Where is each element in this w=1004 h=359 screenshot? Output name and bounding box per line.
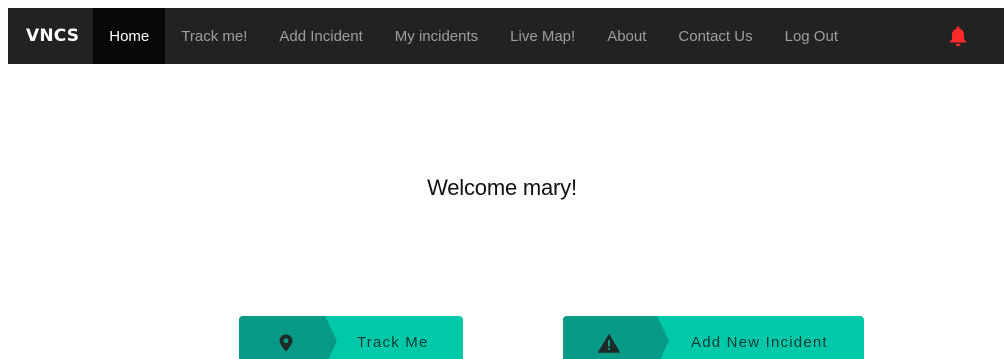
welcome-heading: Welcome mary! <box>427 175 577 200</box>
nav-item-my-incidents[interactable]: My incidents <box>379 8 494 64</box>
add-new-incident-button[interactable]: Add New Incident <box>563 316 864 359</box>
nav-item-about[interactable]: About <box>591 8 662 64</box>
nav-item-track-me[interactable]: Track me! <box>165 8 263 64</box>
nav-item-contact-us[interactable]: Contact Us <box>662 8 768 64</box>
nav-item-add-incident[interactable]: Add Incident <box>263 8 378 64</box>
top-navbar: VNCS Home Track me! Add Incident My inci… <box>8 8 1004 64</box>
nav-item-home[interactable]: Home <box>93 8 166 64</box>
track-me-icon-section <box>239 316 337 359</box>
nav-item-live-map[interactable]: Live Map! <box>494 8 591 64</box>
warning-icon <box>598 334 620 353</box>
page: VNCS Home Track me! Add Incident My inci… <box>0 0 1004 359</box>
brand-logo[interactable]: VNCS <box>8 8 93 64</box>
add-incident-icon-section <box>563 316 669 359</box>
track-me-label: Track Me <box>357 334 429 351</box>
bell-icon[interactable] <box>948 25 968 47</box>
track-me-button[interactable]: Track Me <box>239 316 463 359</box>
add-new-incident-label: Add New Incident <box>691 334 828 351</box>
nav-item-log-out[interactable]: Log Out <box>769 8 854 64</box>
map-marker-icon <box>279 334 293 352</box>
